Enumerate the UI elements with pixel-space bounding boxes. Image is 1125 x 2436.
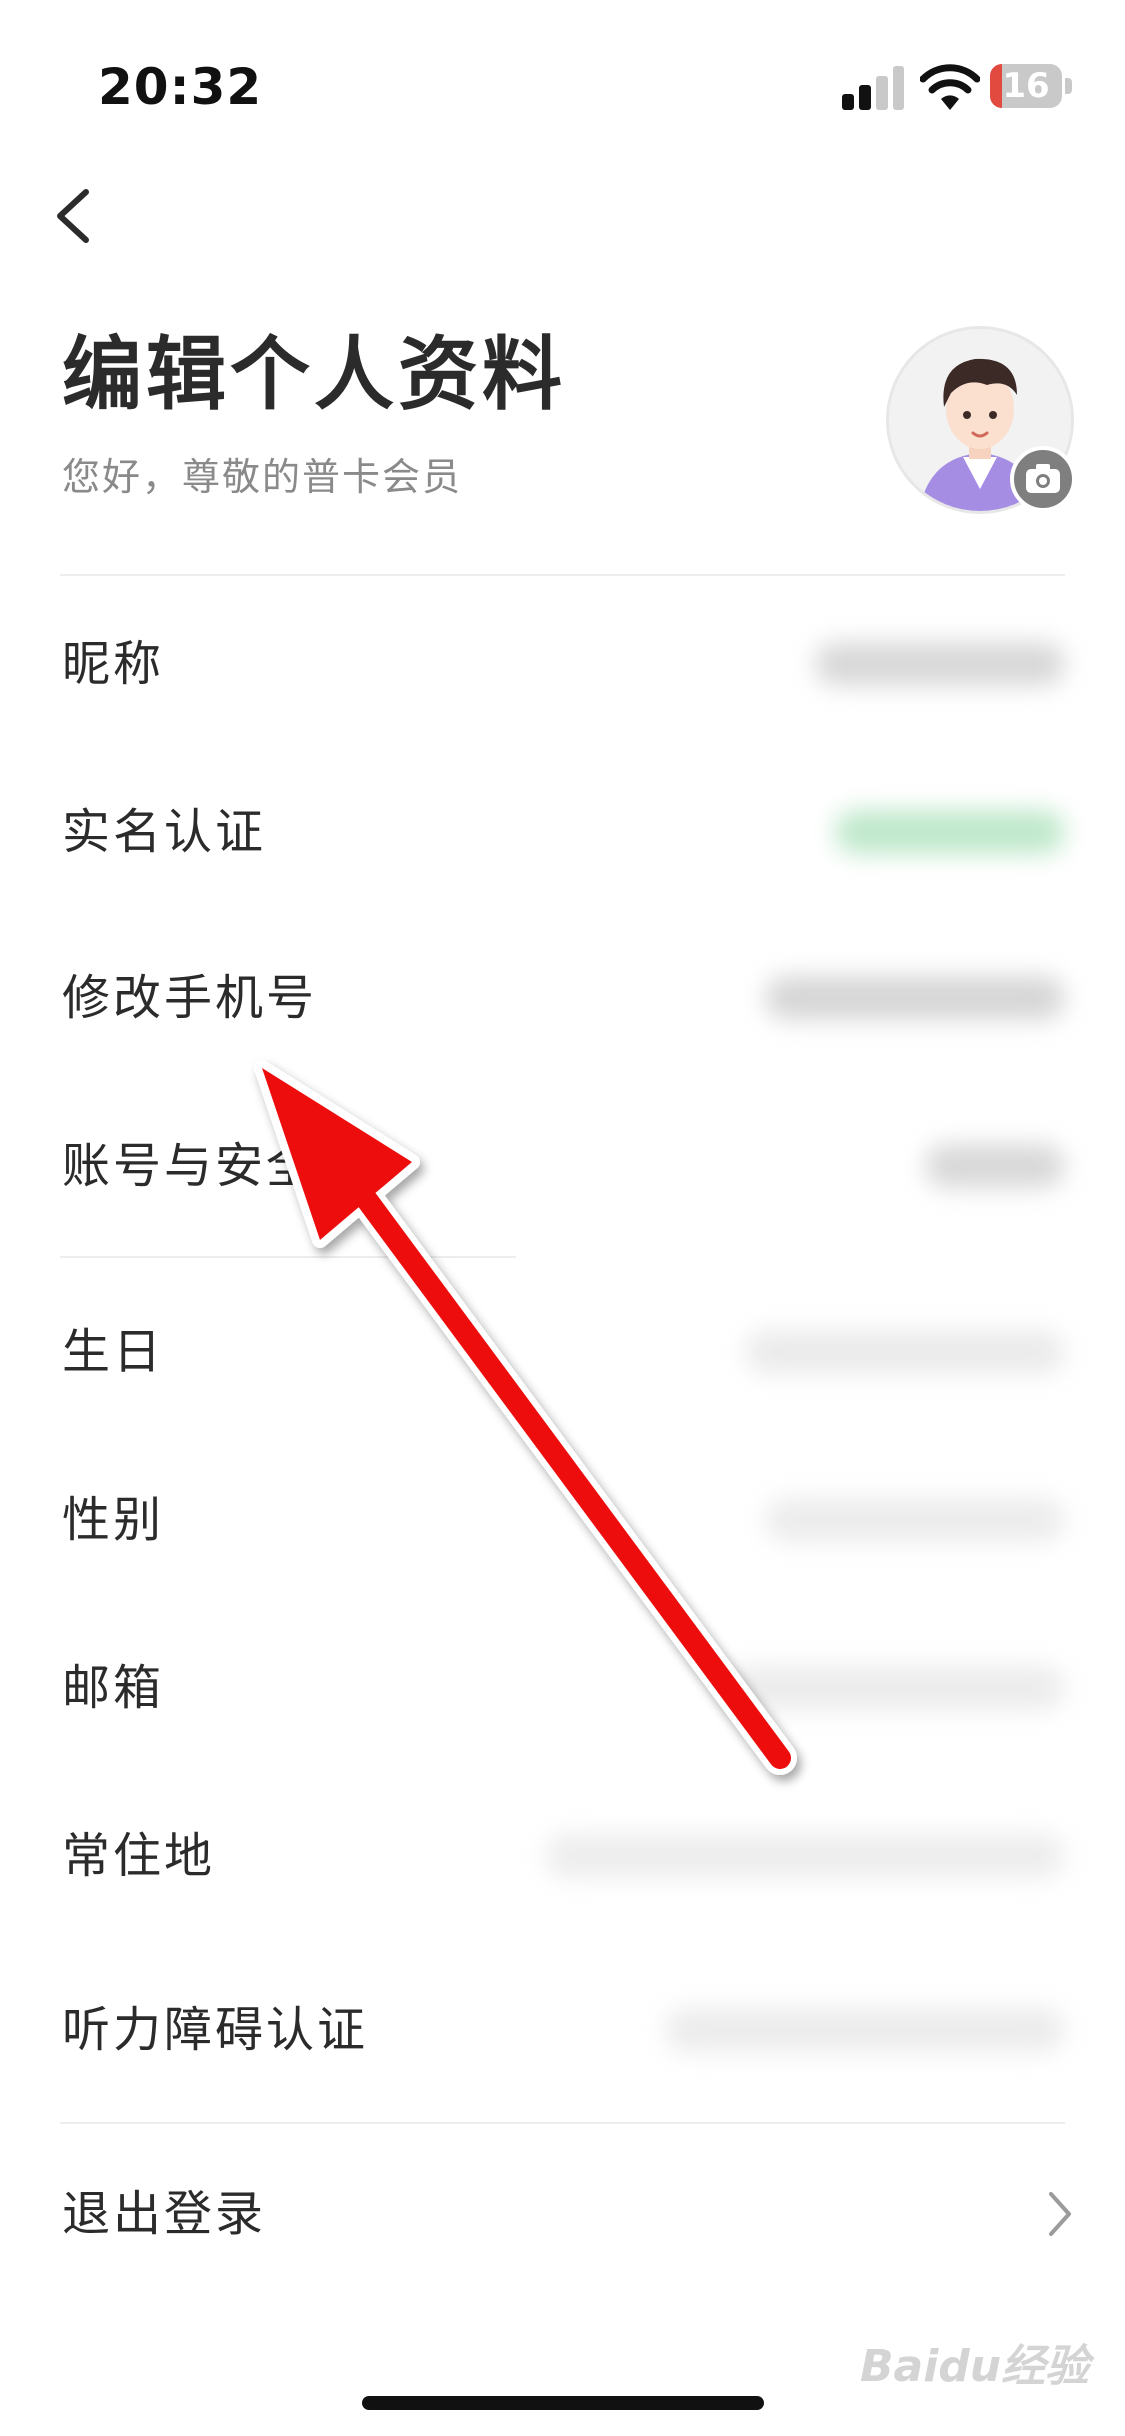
blurred-value: [925, 1144, 1065, 1188]
logout-row[interactable]: 退出登录: [0, 2130, 1125, 2298]
row-label: 生日: [62, 1324, 165, 1380]
wifi-icon: [920, 64, 980, 110]
chevron-right-icon: [1049, 2192, 1071, 2236]
camera-icon[interactable]: [1010, 446, 1076, 512]
row-email[interactable]: 邮箱: [0, 1604, 1125, 1772]
blurred-value: [765, 976, 1065, 1020]
row-label: 账号与安全: [62, 1138, 318, 1194]
row-account-security[interactable]: 账号与安全: [0, 1082, 1125, 1250]
blurred-value: [545, 1834, 1065, 1878]
row-birthday[interactable]: 生日: [0, 1268, 1125, 1436]
row-label: 实名认证: [62, 804, 267, 860]
blurred-value: [765, 1498, 1065, 1542]
row-label: 昵称: [62, 636, 165, 692]
row-residence[interactable]: 常住地: [0, 1772, 1125, 1940]
blurred-value: [745, 1330, 1065, 1374]
row-hearing-impairment-verification[interactable]: 听力障碍认证: [0, 1946, 1125, 2114]
page-title: 编辑个人资料: [62, 328, 566, 421]
row-gender[interactable]: 性别: [0, 1436, 1125, 1604]
section-divider: [60, 1256, 516, 1258]
header-divider: [60, 574, 1065, 576]
back-chevron-icon[interactable]: [50, 186, 96, 246]
row-label: 邮箱: [62, 1660, 165, 1716]
row-label: 修改手机号: [62, 970, 318, 1026]
blurred-value: [835, 810, 1065, 854]
blurred-value: [725, 1666, 1065, 1710]
section-divider: [60, 2122, 1065, 2124]
page-subtitle: 您好，尊敬的普卡会员: [62, 455, 463, 499]
row-real-name-verification[interactable]: 实名认证: [0, 748, 1125, 916]
row-label: 性别: [62, 1492, 165, 1548]
row-label: 听力障碍认证: [62, 2002, 369, 2058]
home-indicator[interactable]: [362, 2396, 764, 2410]
cellular-signal-icon: [842, 66, 904, 110]
row-label: 常住地: [62, 1828, 216, 1884]
row-change-phone[interactable]: 修改手机号: [0, 914, 1125, 1082]
row-nickname[interactable]: 昵称: [0, 580, 1125, 748]
battery-level: 16: [1002, 66, 1050, 106]
status-time: 20:32: [98, 58, 263, 116]
battery-icon: 16: [990, 64, 1072, 108]
watermark: Baidu经验: [860, 2341, 1090, 2392]
row-label: 退出登录: [62, 2186, 267, 2242]
blurred-value: [815, 642, 1065, 686]
blurred-value: [665, 2008, 1065, 2052]
